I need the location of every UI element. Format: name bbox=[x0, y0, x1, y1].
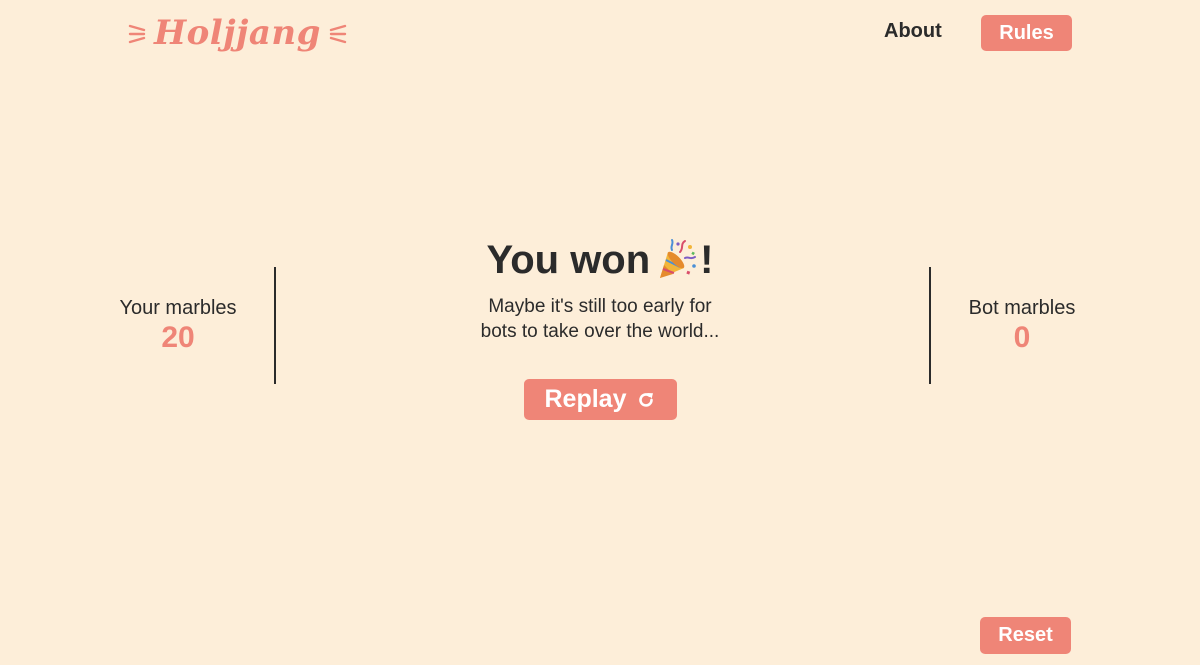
bot-marbles-count: 0 bbox=[1013, 321, 1031, 354]
left-divider bbox=[274, 267, 276, 384]
result-title: You won ! bbox=[300, 234, 900, 286]
player-marbles-count: 20 bbox=[161, 321, 195, 354]
bot-score: Bot marbles 0 bbox=[922, 296, 1122, 356]
result-message-line-2: bots to take over the world... bbox=[480, 321, 720, 342]
result-message: Maybe it's still too early for bots to t… bbox=[300, 294, 900, 344]
player-marbles-label: Your marbles bbox=[119, 297, 237, 319]
party-popper-icon bbox=[654, 238, 698, 282]
replay-button[interactable]: Replay bbox=[524, 379, 677, 420]
game-result: You won ! Maybe it's still too early for… bbox=[300, 234, 900, 344]
player-score: Your marbles 20 bbox=[78, 296, 278, 356]
logo-left-sparkle-icon bbox=[128, 21, 148, 45]
refresh-icon bbox=[636, 390, 656, 410]
result-title-exclamation: ! bbox=[700, 238, 714, 282]
result-title-text: You won bbox=[486, 238, 651, 282]
rules-button[interactable]: Rules bbox=[981, 15, 1072, 51]
nav-about-link[interactable]: About bbox=[884, 20, 942, 43]
bot-marbles-label: Bot marbles bbox=[968, 297, 1076, 319]
reset-button[interactable]: Reset bbox=[980, 617, 1071, 654]
logo[interactable]: Holjjang bbox=[128, 10, 347, 56]
result-message-line-1: Maybe it's still too early for bbox=[488, 296, 712, 317]
replay-button-label: Replay bbox=[544, 385, 627, 413]
logo-text: Holjjang bbox=[154, 13, 321, 53]
logo-right-sparkle-icon bbox=[327, 21, 347, 45]
